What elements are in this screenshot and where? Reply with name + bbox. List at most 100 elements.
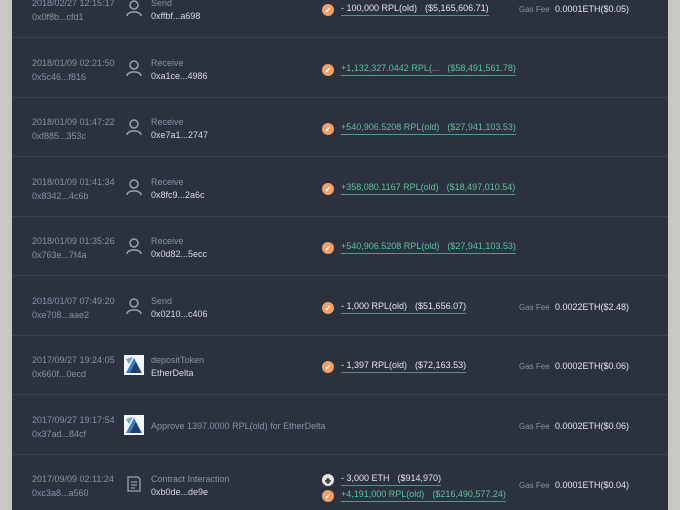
amount-value: +540,906.5208 RPL(old)	[341, 122, 440, 132]
person-icon	[126, 238, 142, 255]
tx-amount: +358,080.1167 RPL(old) ($18,497,010.54)	[341, 182, 516, 195]
tx-date: 2017/09/09 02:11:24	[32, 474, 114, 484]
rpl-coin-icon: ✓	[322, 302, 334, 314]
amount-value: - 3,000 ETH	[341, 473, 390, 483]
person-icon	[126, 60, 142, 77]
tx-amount: - 1,397 RPL(old) ($72,163.53)	[341, 360, 467, 373]
tx-type: depositToken	[151, 355, 205, 365]
tx-hash-link[interactable]: 0x5c46...f816	[32, 72, 86, 82]
rpl-coin-icon: ✓	[322, 242, 334, 254]
person-icon	[126, 119, 142, 136]
rpl-coin-icon: ✓	[322, 123, 334, 135]
amount-value: +540,906.5208 RPL(old)	[341, 241, 440, 251]
tx-amount: - 3,000 ETH ($914,970)	[341, 473, 442, 486]
person-icon	[124, 0, 144, 18]
gas-fee-value: 0.0001ETH($0.05)	[555, 4, 630, 14]
person-icon	[124, 177, 144, 197]
transaction-list: 2018/02/27 12:15:17 0x0f8b...cfd1 Send 0xff…	[12, 0, 668, 510]
counterparty-address-link[interactable]: 0x8fc9...2a6c	[151, 190, 205, 200]
gas-fee-label: Gas Fee	[519, 303, 550, 312]
counterparty-address-link[interactable]: 0xa1ce...4986	[151, 71, 208, 81]
rpl-coin-icon: ✓	[322, 4, 334, 16]
tx-hash-link[interactable]: 0x660f...0ecd	[32, 369, 86, 379]
amount-value: +1,132,327.0442 RPL(...	[341, 63, 440, 73]
gas-fee-value: 0.0022ETH($2.48)	[555, 302, 630, 312]
tx-hash-link[interactable]: 0x8342...4c6b	[32, 191, 89, 201]
person-icon	[126, 298, 142, 315]
transaction-row[interactable]: 2017/09/27 19:24:05 0x660f...0ecd depositT…	[12, 335, 668, 395]
amount-usd-value: ($72,163.53)	[415, 360, 467, 370]
tx-date: 2018/02/27 12:15:17	[32, 0, 115, 8]
tx-amount: +1,132,327.0442 RPL(... ($58,491,561.78)	[341, 63, 516, 76]
tx-type: Receive	[151, 177, 184, 187]
tx-hash-link[interactable]: 0x763e...7f4a	[32, 250, 87, 260]
transaction-row[interactable]: 2018/01/09 02:21:50 0x5c46...f816 Receive 0…	[12, 38, 668, 98]
transaction-row[interactable]: 2018/01/09 01:47:22 0xf885...353c Receive 0…	[12, 97, 668, 157]
amount-value: +4,191,000 RPL(old)	[341, 489, 425, 499]
tx-type: Contract Interaction	[151, 474, 230, 484]
counterparty-address-link[interactable]: 0x0d82...5ecc	[151, 249, 207, 259]
tx-type: Receive	[151, 117, 184, 127]
tx-hash-link[interactable]: 0x37ad...84cf	[32, 429, 86, 439]
tx-date: 2018/01/09 01:41:34	[32, 177, 115, 187]
amount-usd-value: ($27,941,103.53)	[447, 122, 516, 132]
counterparty-address-link[interactable]: 0x0210...c406	[151, 309, 208, 319]
tx-hash-link[interactable]: 0xc3a8...a560	[32, 488, 89, 498]
person-icon	[124, 117, 144, 137]
transaction-row[interactable]: 2018/01/09 01:35:26 0x763e...7f4a Receive 0…	[12, 216, 668, 276]
gas-fee-label: Gas Fee	[519, 5, 550, 14]
etherdelta-logo-icon	[124, 415, 144, 435]
tx-hash-link[interactable]: 0x0f8b...cfd1	[32, 12, 84, 22]
tx-amount: +540,906.5208 RPL(old) ($27,941,103.53)	[341, 122, 516, 135]
tx-date: 2017/09/27 19:17:54	[32, 415, 115, 425]
tx-hash-link[interactable]: 0xf885...353c	[32, 131, 86, 141]
etherdelta-logo-icon	[124, 355, 144, 375]
gas-fee-value: 0.0002ETH($0.06)	[555, 361, 630, 371]
tx-date: 2018/01/09 01:35:26	[32, 236, 115, 246]
transaction-row[interactable]: 2017/09/27 19:17:54 0x37ad...84cf Approve …	[12, 395, 668, 455]
etherdelta-logo-icon	[124, 355, 144, 375]
person-icon	[126, 179, 142, 196]
tx-description: Approve 1397.0000 RPL(old) for EtherDelt…	[151, 421, 326, 431]
counterparty-address-link[interactable]: 0xb0de...de9e	[151, 487, 208, 497]
transaction-row[interactable]: 2018/01/09 01:41:34 0x8342...4c6b Receive 0…	[12, 157, 668, 217]
amount-usd-value: ($5,165,606.71)	[425, 3, 489, 13]
tx-hash-link[interactable]: 0xe708...aae2	[32, 310, 89, 320]
gas-fee-label: Gas Fee	[519, 422, 550, 431]
tx-amount: - 100,000 RPL(old) ($5,165,606.71)	[341, 3, 489, 16]
tx-type: Send	[151, 296, 173, 306]
rpl-coin-icon: ✓	[322, 183, 334, 195]
contract-icon	[127, 476, 141, 492]
etherdelta-logo-icon	[124, 415, 144, 435]
transaction-row[interactable]: 2017/09/09 02:11:24 0xc3a8...a560 Contract…	[12, 454, 668, 510]
amount-usd-value: ($914,970)	[397, 473, 442, 483]
tx-date: 2018/01/09 01:47:22	[32, 117, 115, 127]
tx-date: 2018/01/09 02:21:50	[32, 58, 115, 68]
amount-usd-value: ($216,490,577.24)	[432, 489, 506, 499]
rpl-coin-icon: ✓	[322, 361, 334, 373]
contract-icon	[124, 474, 144, 494]
gas-fee-label: Gas Fee	[519, 362, 550, 371]
gas-fee-value: 0.0002ETH($0.06)	[555, 421, 630, 431]
tx-amount: +540,906.5208 RPL(old) ($27,941,103.53)	[341, 241, 516, 254]
rpl-coin-icon: ✓	[322, 64, 334, 76]
amount-usd-value: ($18,497,010.54)	[446, 182, 516, 192]
person-icon	[126, 0, 142, 17]
counterparty-address-link[interactable]: 0xffbf...a698	[151, 11, 200, 21]
tx-type: Receive	[151, 236, 184, 246]
gas-fee-value: 0.0001ETH($0.04)	[555, 480, 630, 490]
tx-date: 2017/09/27 19:24:05	[32, 355, 115, 365]
amount-usd-value: ($27,941,103.53)	[447, 241, 516, 251]
person-icon	[124, 296, 144, 316]
transaction-row[interactable]: 2018/02/27 12:15:17 0x0f8b...cfd1 Send 0xff…	[12, 0, 668, 38]
counterparty-address-link[interactable]: 0xe7a1...2747	[151, 130, 208, 140]
person-icon	[124, 236, 144, 256]
amount-value: - 1,397 RPL(old)	[341, 360, 408, 370]
amount-value: +358,080.1167 RPL(old)	[341, 182, 439, 192]
amount-usd-value: ($58,491,561.78)	[447, 63, 516, 73]
rpl-coin-icon: ✓	[322, 490, 334, 502]
tx-amount: +4,191,000 RPL(old) ($216,490,577.24)	[341, 489, 506, 502]
transaction-row[interactable]: 2018/01/07 07:49:20 0xe708...aae2 Send 0x02…	[12, 276, 668, 336]
tx-type: Receive	[151, 58, 184, 68]
counterparty-address-link[interactable]: EtherDelta	[151, 368, 194, 378]
